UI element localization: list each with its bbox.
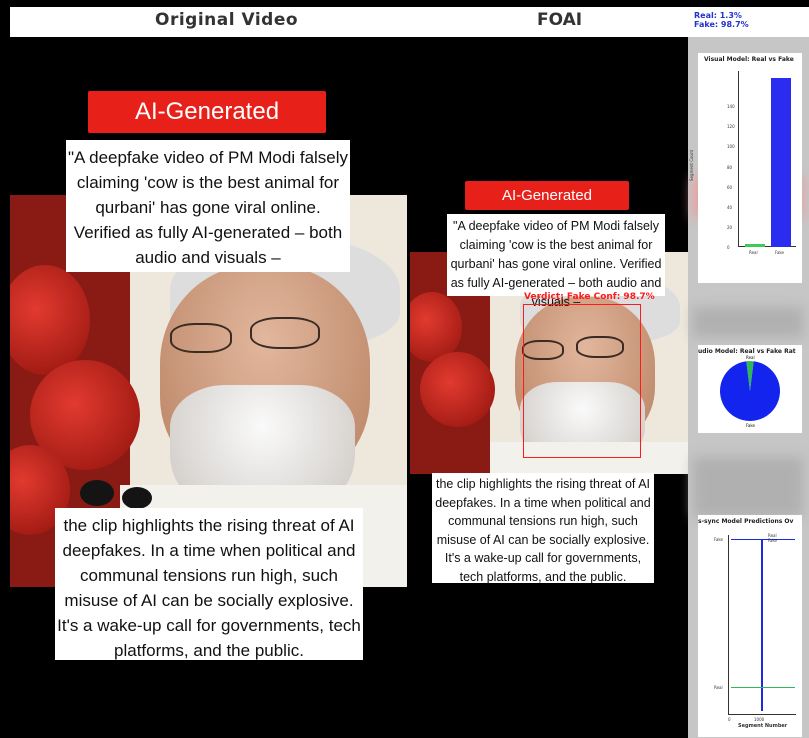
original-video-title: Original Video [155, 10, 299, 30]
sync-xlabel: Segment Number [738, 723, 788, 729]
audio-model-chart: udio Model: Real vs Fake Rat Real Fake [698, 345, 802, 433]
visual-ytick: 140 [727, 104, 735, 110]
visual-chart-ylabel: Segment Count [689, 149, 695, 182]
sync-xtick-0: 0 [728, 717, 731, 722]
microphone [122, 487, 152, 509]
header-bar: Original Video FOAI Real: 1.3% Fake: 98.… [10, 7, 809, 37]
microphone [80, 480, 114, 506]
sync-chart-title: s-sync Model Predictions Ov [698, 518, 794, 525]
sync-model-chart: s-sync Model Predictions Ov Fake Real Re… [698, 515, 802, 737]
visual-xtick: Real [749, 250, 758, 255]
fake-percentage: Fake: 98.7% [694, 20, 749, 29]
blurred-region [693, 307, 803, 337]
visual-xtick: Fake [775, 250, 785, 255]
visual-model-chart: Visual Model: Real vs Fake Segment Count… [689, 53, 802, 283]
flower-decoration [420, 352, 495, 427]
foai-title: FOAI [537, 10, 583, 30]
glasses-lens [170, 323, 232, 353]
visual-ytick: 60 [727, 184, 733, 190]
visual-ytick: 100 [727, 144, 735, 150]
face-detection-box [523, 304, 641, 458]
visual-ytick: 40 [727, 204, 733, 210]
sync-ylabel-real: Real [714, 685, 723, 690]
audio-chart-title: udio Model: Real vs Fake Rat [698, 348, 796, 355]
middle-quote-caption: "A deepfake video of PM Modi falsely cla… [447, 214, 665, 309]
sync-ylabel-fake: Fake [714, 537, 724, 542]
middle-body-caption: the clip highlights the rising threat of… [432, 473, 654, 584]
sync-series-line [761, 539, 763, 711]
sync-real-line [731, 687, 795, 688]
visual-ytick: 120 [727, 124, 735, 130]
visual-chart-title: Visual Model: Real vs Fake [704, 56, 794, 63]
left-quote-caption: "A deepfake video of PM Modi falsely cla… [66, 140, 350, 272]
visual-chart-axes: 0 20 40 60 80 100 120 140 Real Fake [727, 71, 796, 255]
visual-bar-real [745, 243, 765, 247]
left-deepfake-banner: AI-Generated Deepfakes [88, 91, 326, 167]
sync-legend-fake: Fake [768, 538, 778, 543]
pie-label-real: Real [746, 355, 755, 360]
analysis-side-panel: Visual Model: Real vs Fake Segment Count… [688, 37, 809, 738]
visual-bar-fake [771, 78, 791, 247]
sync-xtick-1000: 1000 [754, 717, 765, 722]
flower-decoration [10, 265, 90, 375]
verdict-label: Verdict: Fake Conf: 98.7% [524, 292, 655, 302]
visual-ytick: 0 [727, 245, 730, 250]
visual-ytick: 20 [727, 224, 733, 230]
real-percentage: Real: 1.3% [694, 11, 742, 20]
glasses-lens [250, 317, 320, 349]
sync-chart-axes [728, 535, 796, 715]
audio-pie: Real Fake [720, 355, 780, 428]
middle-deepfake-banner: AI-Generated Deepfakes [465, 181, 629, 233]
visual-ytick: 80 [727, 164, 733, 170]
left-body-caption: the clip highlights the rising threat of… [55, 508, 363, 660]
pie-label-fake: Fake [746, 423, 756, 428]
sync-fake-line [731, 539, 795, 540]
blurred-region [693, 457, 803, 517]
